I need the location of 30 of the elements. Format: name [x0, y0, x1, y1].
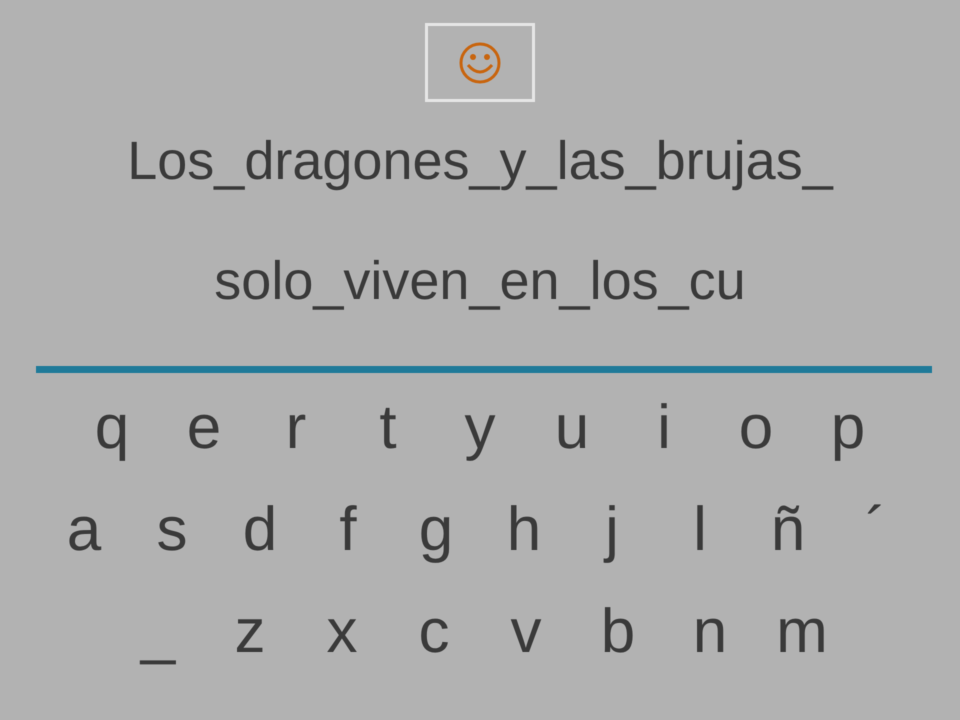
letter-key[interactable]: m: [773, 601, 831, 663]
letter-key[interactable]: p: [819, 397, 877, 459]
letter-key[interactable]: b: [589, 601, 647, 663]
letter-key[interactable]: a: [55, 499, 113, 561]
letter-key[interactable]: j: [583, 499, 641, 561]
smiley-icon: [458, 40, 502, 84]
letter-key[interactable]: n: [681, 601, 739, 663]
letter-key[interactable]: t: [359, 397, 417, 459]
letter-key[interactable]: o: [727, 397, 785, 459]
letter-key[interactable]: f: [319, 499, 377, 561]
letter-key[interactable]: c: [405, 601, 463, 663]
letter-key[interactable]: _: [129, 601, 187, 663]
letter-key[interactable]: u: [543, 397, 601, 459]
letter-key[interactable]: l: [671, 499, 729, 561]
letter-key[interactable]: q: [83, 397, 141, 459]
phrase-line: Los_dragones_y_las_brujas_: [127, 130, 833, 192]
letter-key[interactable]: g: [407, 499, 465, 561]
letter-key[interactable]: i: [635, 397, 693, 459]
letter-key[interactable]: v: [497, 601, 555, 663]
letter-key[interactable]: x: [313, 601, 371, 663]
letter-key[interactable]: z: [221, 601, 279, 663]
letter-key[interactable]: ñ: [759, 499, 817, 561]
letter-key[interactable]: y: [451, 397, 509, 459]
letter-key[interactable]: r: [267, 397, 325, 459]
letter-key[interactable]: s: [143, 499, 201, 561]
letter-key[interactable]: d: [231, 499, 289, 561]
letter-key[interactable]: e: [175, 397, 233, 459]
phrase-line: solo_viven_en_los_cu: [214, 250, 746, 312]
letter-key[interactable]: h: [495, 499, 553, 561]
letter-key[interactable]: ´: [847, 499, 905, 561]
